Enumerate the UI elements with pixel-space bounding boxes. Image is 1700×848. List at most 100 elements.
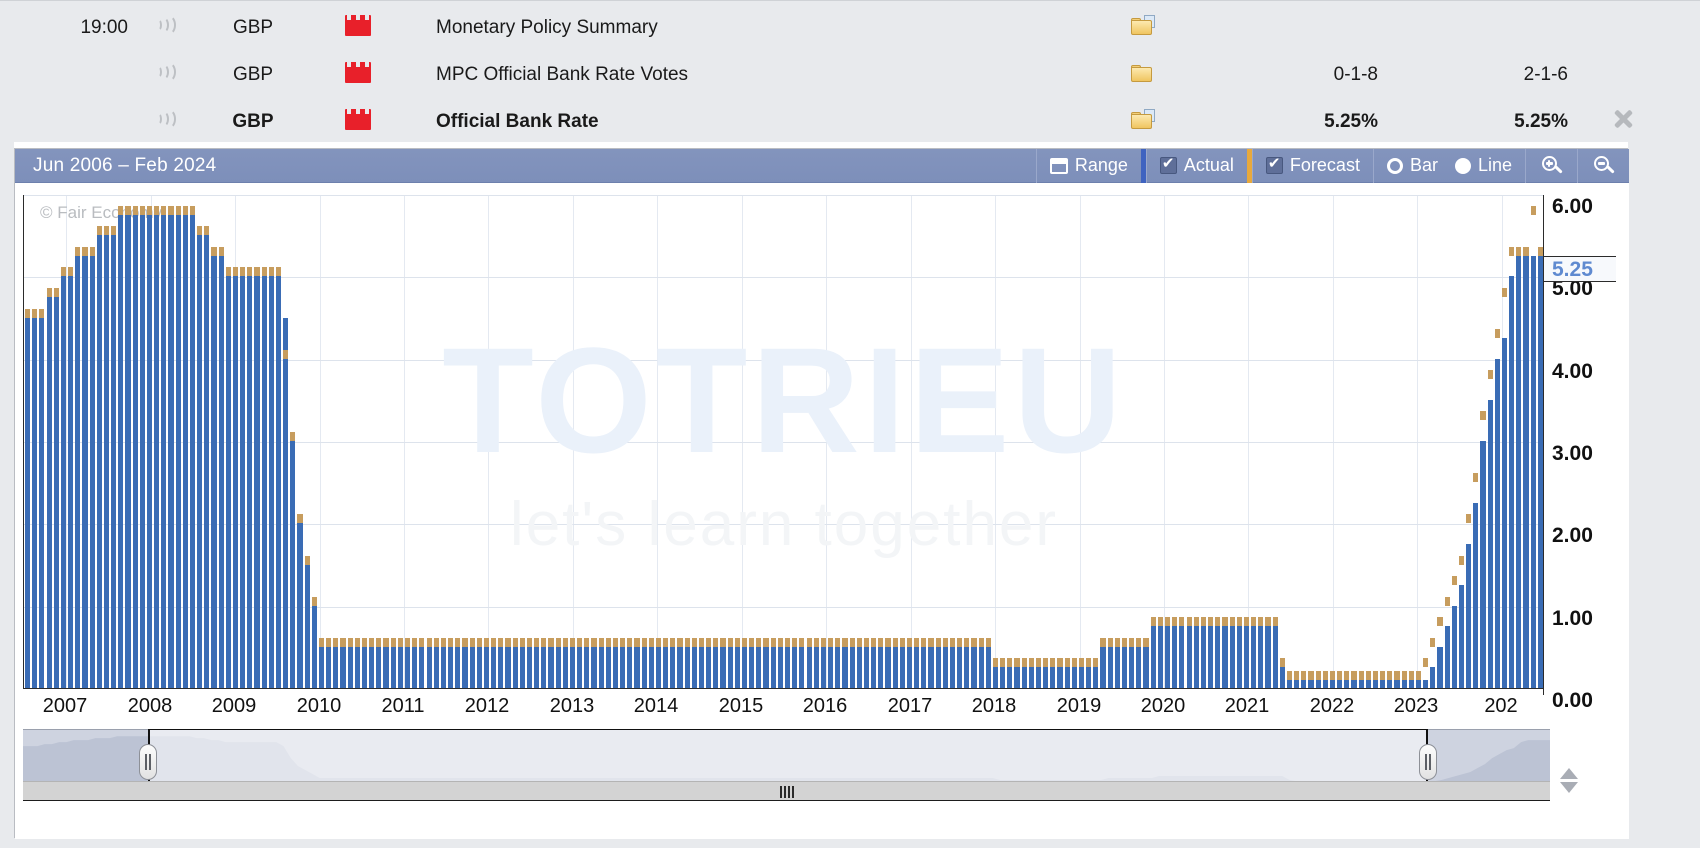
forecast-marker[interactable] [175, 205, 181, 215]
forecast-marker[interactable] [232, 267, 239, 277]
bar[interactable] [132, 214, 138, 688]
forecast-marker[interactable] [878, 637, 884, 647]
bar[interactable] [433, 646, 439, 688]
forecast-marker[interactable] [1157, 617, 1163, 627]
bar[interactable] [1523, 255, 1529, 688]
bar[interactable] [1150, 626, 1156, 688]
forecast-marker[interactable] [1322, 670, 1328, 680]
forecast-marker[interactable] [197, 226, 203, 236]
forecast-marker[interactable] [1516, 246, 1522, 256]
forecast-marker[interactable] [1121, 637, 1128, 647]
forecast-marker[interactable] [992, 658, 999, 668]
forecast-marker[interactable] [476, 637, 482, 647]
bar[interactable] [455, 646, 461, 688]
bar[interactable] [254, 276, 260, 688]
forecast-marker[interactable] [1086, 658, 1092, 668]
forecast-marker[interactable] [1329, 670, 1336, 680]
bar[interactable] [118, 214, 124, 688]
forecast-marker[interactable] [1487, 370, 1493, 380]
bar[interactable] [318, 646, 325, 688]
bar[interactable] [820, 646, 826, 688]
forecast-marker[interactable] [1380, 670, 1386, 680]
bar[interactable] [283, 317, 289, 688]
bar[interactable] [1057, 667, 1063, 688]
bar[interactable] [505, 646, 511, 688]
forecast-marker[interactable] [1444, 596, 1450, 606]
bar[interactable] [168, 214, 174, 688]
forecast-marker[interactable] [361, 637, 368, 647]
bar[interactable] [1243, 626, 1250, 688]
forecast-marker[interactable] [921, 637, 927, 647]
forecast-marker[interactable] [1000, 658, 1006, 668]
vertical-stepper[interactable] [1556, 760, 1582, 800]
bar[interactable] [1372, 679, 1379, 688]
forecast-marker[interactable] [132, 205, 138, 215]
forecast-marker[interactable] [648, 637, 654, 647]
forecast-marker[interactable] [211, 246, 217, 256]
forecast-marker[interactable] [835, 637, 841, 647]
forecast-marker[interactable] [863, 637, 870, 647]
forecast-marker[interactable] [1451, 576, 1457, 586]
bar[interactable] [1279, 667, 1285, 688]
forecast-marker[interactable] [189, 205, 196, 215]
bar[interactable] [885, 646, 891, 688]
forecast-marker[interactable] [605, 637, 611, 647]
forecast-marker[interactable] [684, 637, 690, 647]
bar[interactable] [1258, 626, 1264, 688]
forecast-marker[interactable] [290, 432, 296, 441]
bar[interactable] [1179, 626, 1185, 688]
chart-type-selector[interactable]: Bar Line [1372, 148, 1525, 183]
forecast-marker[interactable] [297, 514, 303, 524]
bar[interactable] [734, 646, 740, 688]
forecast-marker[interactable] [1358, 670, 1364, 680]
forecast-marker[interactable] [32, 308, 38, 318]
forecast-marker[interactable] [770, 637, 776, 647]
forecast-marker[interactable] [1050, 658, 1056, 668]
forecast-marker[interactable] [526, 637, 533, 647]
forecast-marker[interactable] [1193, 617, 1199, 627]
forecast-marker[interactable] [849, 637, 855, 647]
forecast-marker[interactable] [1337, 670, 1343, 680]
forecast-marker[interactable] [1100, 637, 1106, 647]
bar[interactable] [1509, 276, 1515, 688]
bar[interactable] [1351, 679, 1357, 688]
forecast-marker[interactable] [856, 637, 862, 647]
forecast-marker[interactable] [1315, 670, 1321, 680]
bar[interactable] [792, 646, 798, 688]
forecast-marker[interactable] [1308, 670, 1314, 680]
bar[interactable] [261, 276, 267, 688]
bar[interactable] [1186, 626, 1192, 688]
bar[interactable] [333, 646, 339, 688]
bar[interactable] [1401, 679, 1407, 688]
speaker-icon[interactable] [128, 15, 198, 40]
bar[interactable] [412, 646, 418, 688]
bar[interactable] [1071, 667, 1077, 688]
forecast-marker[interactable] [720, 637, 726, 647]
bar[interactable] [863, 646, 870, 688]
bar[interactable] [146, 214, 153, 688]
bar[interactable] [1358, 679, 1364, 688]
bar[interactable] [1229, 626, 1235, 688]
bar[interactable] [426, 646, 432, 688]
bar[interactable] [878, 646, 884, 688]
chart-plot[interactable]: TOTRIEU let's learn together © Fair Econ… [23, 195, 1543, 689]
bar[interactable] [698, 646, 705, 688]
bar[interactable] [376, 646, 382, 688]
bar[interactable] [211, 255, 217, 688]
forecast-marker[interactable] [1107, 637, 1113, 647]
bar[interactable] [89, 255, 95, 688]
bar[interactable] [1344, 679, 1350, 688]
bar[interactable] [598, 646, 604, 688]
forecast-marker[interactable] [146, 205, 153, 215]
speaker-icon[interactable] [128, 109, 198, 134]
forecast-marker[interactable] [1423, 658, 1429, 668]
forecast-marker[interactable] [641, 637, 647, 647]
forecast-marker[interactable] [1480, 411, 1486, 421]
forecast-marker[interactable] [1365, 670, 1371, 680]
bar[interactable] [1473, 502, 1479, 688]
checkbox-icon[interactable] [1159, 155, 1177, 174]
bar[interactable] [297, 523, 303, 688]
forecast-marker[interactable] [1344, 670, 1350, 680]
forecast-marker[interactable] [225, 267, 231, 277]
actual-toggle[interactable]: Actual [1145, 148, 1247, 183]
